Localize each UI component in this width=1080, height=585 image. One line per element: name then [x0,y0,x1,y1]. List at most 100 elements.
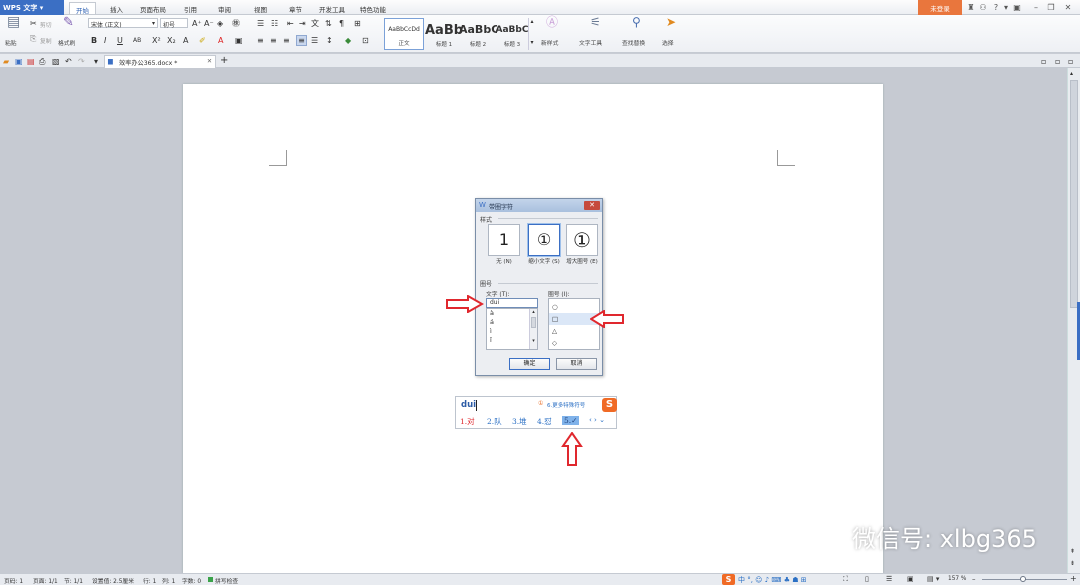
align-right-icon[interactable]: ≡ [283,36,290,45]
line-spacing-icon[interactable]: ↕ [326,36,333,45]
tab-option-icon-1[interactable]: ▫ [1041,57,1046,66]
save-icon[interactable]: ▣ [15,57,23,66]
text-list-scrollbar[interactable]: ▴ ▾ [529,309,537,349]
vertical-scrollbar[interactable]: ▴ ⇞ ⇟ [1067,68,1080,573]
ime-candidate-2[interactable]: 2.队 [487,416,502,427]
zoom-slider-thumb[interactable] [1020,576,1026,582]
tab-chapter[interactable]: 章节 [283,2,308,14]
text-effect-icon[interactable]: A [183,36,188,45]
outline-view-icon[interactable]: ☰ [886,575,892,583]
close-tab-icon[interactable]: ✕ [207,58,212,65]
text-tools-button[interactable]: 文字工具 [579,38,602,47]
tab-page-layout[interactable]: 页面布局 [134,2,172,14]
zoom-out-icon[interactable]: – [972,575,976,583]
prev-page-icon[interactable]: ⇞ [1070,548,1075,555]
chinese-layout-icon[interactable]: 文 [311,19,319,28]
copy-icon[interactable]: ⎘ [30,34,36,43]
shrink-font-icon[interactable]: A⁻ [204,19,214,28]
tab-review[interactable]: 审阅 [212,2,237,14]
tab-home[interactable]: 开始 [69,2,96,15]
dialog-close-button[interactable]: ✕ [584,201,600,210]
quick-access-dropdown-icon[interactable]: ▾ [94,57,98,66]
cut-icon[interactable]: ✂ [30,19,37,28]
app-menu-button[interactable]: WPS 文字 ▾ [0,0,64,15]
chevron-down-icon[interactable]: ⌄ [599,416,605,424]
new-style-icon[interactable]: Ⓐ [546,16,558,28]
style-enlarge-symbol-option[interactable]: ① [566,224,598,256]
cut-button[interactable]: 剪切 [40,20,52,29]
restore-view-icon[interactable]: ▣ [1012,3,1022,13]
paste-icon[interactable]: ▤ [7,15,20,29]
scroll-up-icon[interactable]: ▴ [1070,70,1073,77]
ime-candidate-4[interactable]: 4.怼 [537,416,552,427]
web-view-icon[interactable]: ▣ [907,575,914,583]
print-icon[interactable]: ⎙ [39,57,45,66]
help-icon[interactable]: ? [991,3,1001,13]
zoom-in-icon[interactable]: + [1070,574,1077,583]
ok-button[interactable]: 确定 [509,358,550,370]
align-left-icon[interactable]: ≡ [257,36,264,45]
spell-check-toggle[interactable]: 拼写检查 [215,576,238,585]
char-shading-icon[interactable]: ▣ [235,36,243,45]
new-tab-icon[interactable]: + [220,56,228,66]
distributed-icon[interactable]: ☰ [311,36,318,45]
borders-icon[interactable]: ⊡ [362,36,369,45]
export-pdf-icon[interactable]: ▤ [27,57,35,66]
maximize-icon[interactable]: ❐ [1046,3,1056,13]
numbering-icon[interactable]: ☷ [271,19,278,28]
share-icon[interactable]: ⚇ [978,3,988,13]
subscript-icon[interactable]: X₂ [167,36,176,45]
style-normal[interactable]: AaBbCcDd 正文 [384,18,424,50]
clear-format-icon[interactable]: ◈ [217,19,223,28]
underline-icon[interactable]: U [117,36,123,45]
format-painter-icon[interactable]: ✎ [63,16,74,29]
ime-page-nav[interactable]: ‹ › ⌄ [589,416,605,424]
sort-icon[interactable]: ⇅ [325,19,332,28]
redo-icon[interactable]: ↷ [78,57,85,66]
open-icon[interactable]: ▰ [3,57,9,66]
chevron-left-icon[interactable]: ‹ [589,416,592,424]
sogou-toolbar-logo-icon[interactable]: S [722,574,735,585]
text-list-scroll-thumb[interactable] [531,317,536,328]
select-button[interactable]: 选择 [662,38,674,47]
bullets-icon[interactable]: ☰ [257,19,264,28]
bold-icon[interactable]: B [91,36,97,45]
styles-scroll[interactable]: ▴ ▾ [528,18,535,50]
reading-view-icon[interactable]: ▤ ▾ [927,575,939,583]
decrease-indent-icon[interactable]: ⇤ [287,19,294,28]
tab-document[interactable]: ▆ 效率办公365.docx * ✕ [104,55,216,68]
copy-button[interactable]: 复制 [40,36,52,45]
next-page-icon[interactable]: ⇟ [1070,560,1075,567]
login-button[interactable]: 未登录 [918,0,962,15]
minimize-icon[interactable]: – [1031,3,1041,13]
zoom-level[interactable]: 157 % [948,576,966,582]
dialog-titlebar[interactable]: W 带圈字符 ✕ [476,199,602,212]
chevron-right-icon[interactable]: › [594,416,597,424]
grow-font-icon[interactable]: A⁺ [192,19,202,28]
style-none-option[interactable]: 1 [488,224,520,256]
tab-option-icon-2[interactable]: ▫ [1055,57,1060,66]
skin-icon[interactable]: ♜ [966,3,976,13]
fullscreen-icon[interactable]: ⛶ [843,575,848,584]
strikethrough-icon[interactable]: AB [133,36,141,45]
tab-developer[interactable]: 开发工具 [313,2,351,14]
preview-icon[interactable]: ▧ [52,57,60,66]
tab-view[interactable]: 视图 [248,2,273,14]
close-icon[interactable]: ✕ [1063,3,1073,13]
style-shrink-text-option[interactable]: ① [528,224,560,256]
new-style-button[interactable]: 新样式 [541,38,558,47]
text-list[interactable]: à á ì ǐ ▴ ▾ [486,308,538,350]
show-marks-icon[interactable]: ¶ [339,19,344,28]
style-heading-3[interactable]: AaBbC 标题 3 [492,18,532,50]
increase-indent-icon[interactable]: ⇥ [299,19,306,28]
highlight-icon[interactable]: ✐ [199,36,206,45]
text-tools-icon[interactable]: ⚟ [590,16,601,28]
tab-references[interactable]: 引用 [178,2,203,14]
scroll-thumb[interactable] [1070,80,1078,308]
phonetic-icon[interactable]: ㊑ [232,19,240,28]
ime-candidate-3[interactable]: 3.堆 [512,416,527,427]
tab-special[interactable]: 特色功能 [354,2,392,14]
page-view-icon[interactable]: ▯ [865,575,869,583]
font-name-select[interactable]: 宋体 (正文) ▾ [88,18,158,29]
superscript-icon[interactable]: X² [152,36,161,45]
